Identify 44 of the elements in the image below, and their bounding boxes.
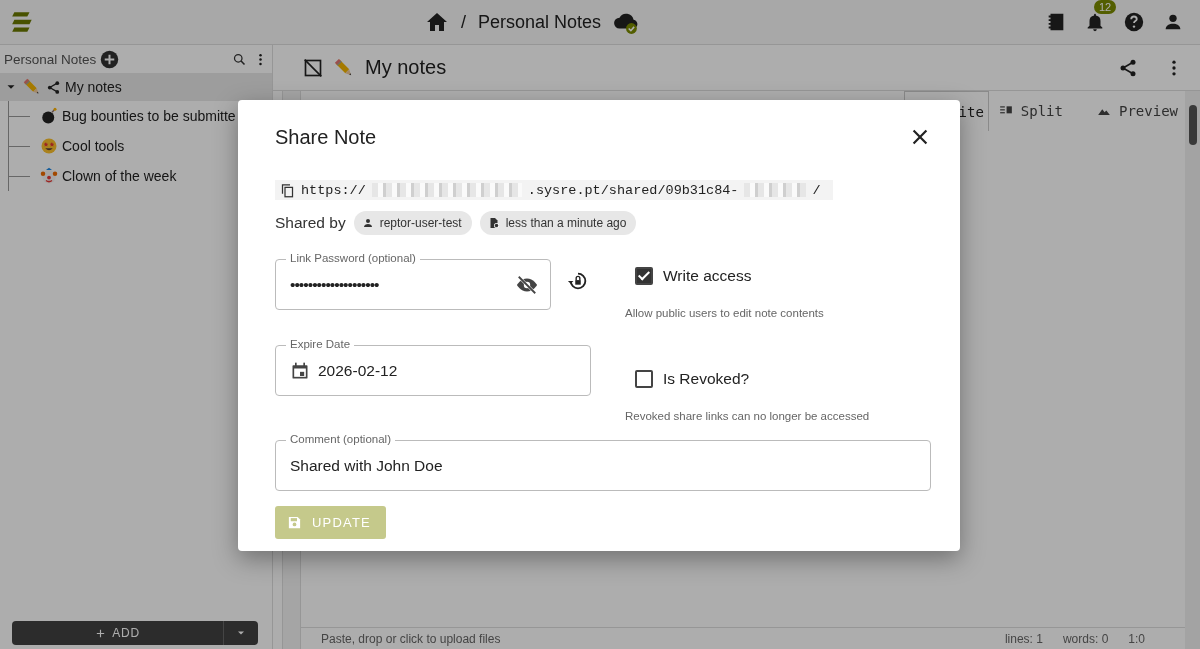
scrollbar[interactable] [1185,91,1200,649]
tree-item[interactable]: My notes [0,73,272,101]
home-icon[interactable] [425,10,449,34]
word-count: words: 0 [1062,631,1109,646]
notification-badge: 12 [1094,0,1117,14]
breadcrumb-title[interactable]: Personal Notes [478,11,602,33]
plus-icon [95,627,107,639]
tree-item[interactable]: Clown of the week [0,161,272,191]
eye-off-icon[interactable] [516,273,538,296]
add-circle-icon[interactable] [100,49,120,69]
cursor-position: 1:0 [1128,631,1145,646]
checkbox[interactable] [635,266,653,285]
breadcrumb-separator: / [461,11,466,33]
help-icon[interactable] [1123,11,1145,33]
checkbox[interactable] [635,369,653,388]
shared-by-label: Shared by [275,214,346,232]
option-hint: Allow public users to edit note contents [625,307,825,319]
sidebar-title: Personal Notes [4,51,97,67]
checkbox-label[interactable]: Write access [663,266,752,285]
info-chip: less than a minute ago [479,211,637,235]
person-icon [361,217,374,229]
search-icon[interactable] [232,51,247,67]
upload-hint[interactable]: Paste, drop or click to upload files [321,631,501,646]
editor-tab[interactable]: Preview [1085,91,1184,131]
image-off-icon[interactable] [303,57,323,78]
dialog-title: Share Note [275,125,377,149]
line-count: lines: 1 [1004,631,1043,646]
share-icon[interactable] [1118,57,1138,78]
clown-face-icon [40,167,58,185]
share-link[interactable]: https:// .sysre.pt/shared/09b31c84- / [275,180,833,200]
tree-item[interactable]: Bug bounties to be submitte [0,101,272,131]
tree-item[interactable]: Cool tools [0,131,272,161]
calendar-icon[interactable] [290,360,310,381]
add-button[interactable]: ADD [12,621,258,645]
option-hint: Revoked share links can no longer be accessed [625,410,871,422]
info-chip: reptor-user-test [353,211,472,235]
save-icon [287,515,302,530]
editor-tab[interactable]: Split [988,91,1075,131]
bomb-icon [40,107,58,125]
star-eyes-face-icon [40,137,58,155]
checkbox-label[interactable]: Is Revoked? [663,369,750,388]
redacted-text [744,183,807,197]
note-title: My notes [365,56,447,79]
copy-icon[interactable] [280,182,295,198]
